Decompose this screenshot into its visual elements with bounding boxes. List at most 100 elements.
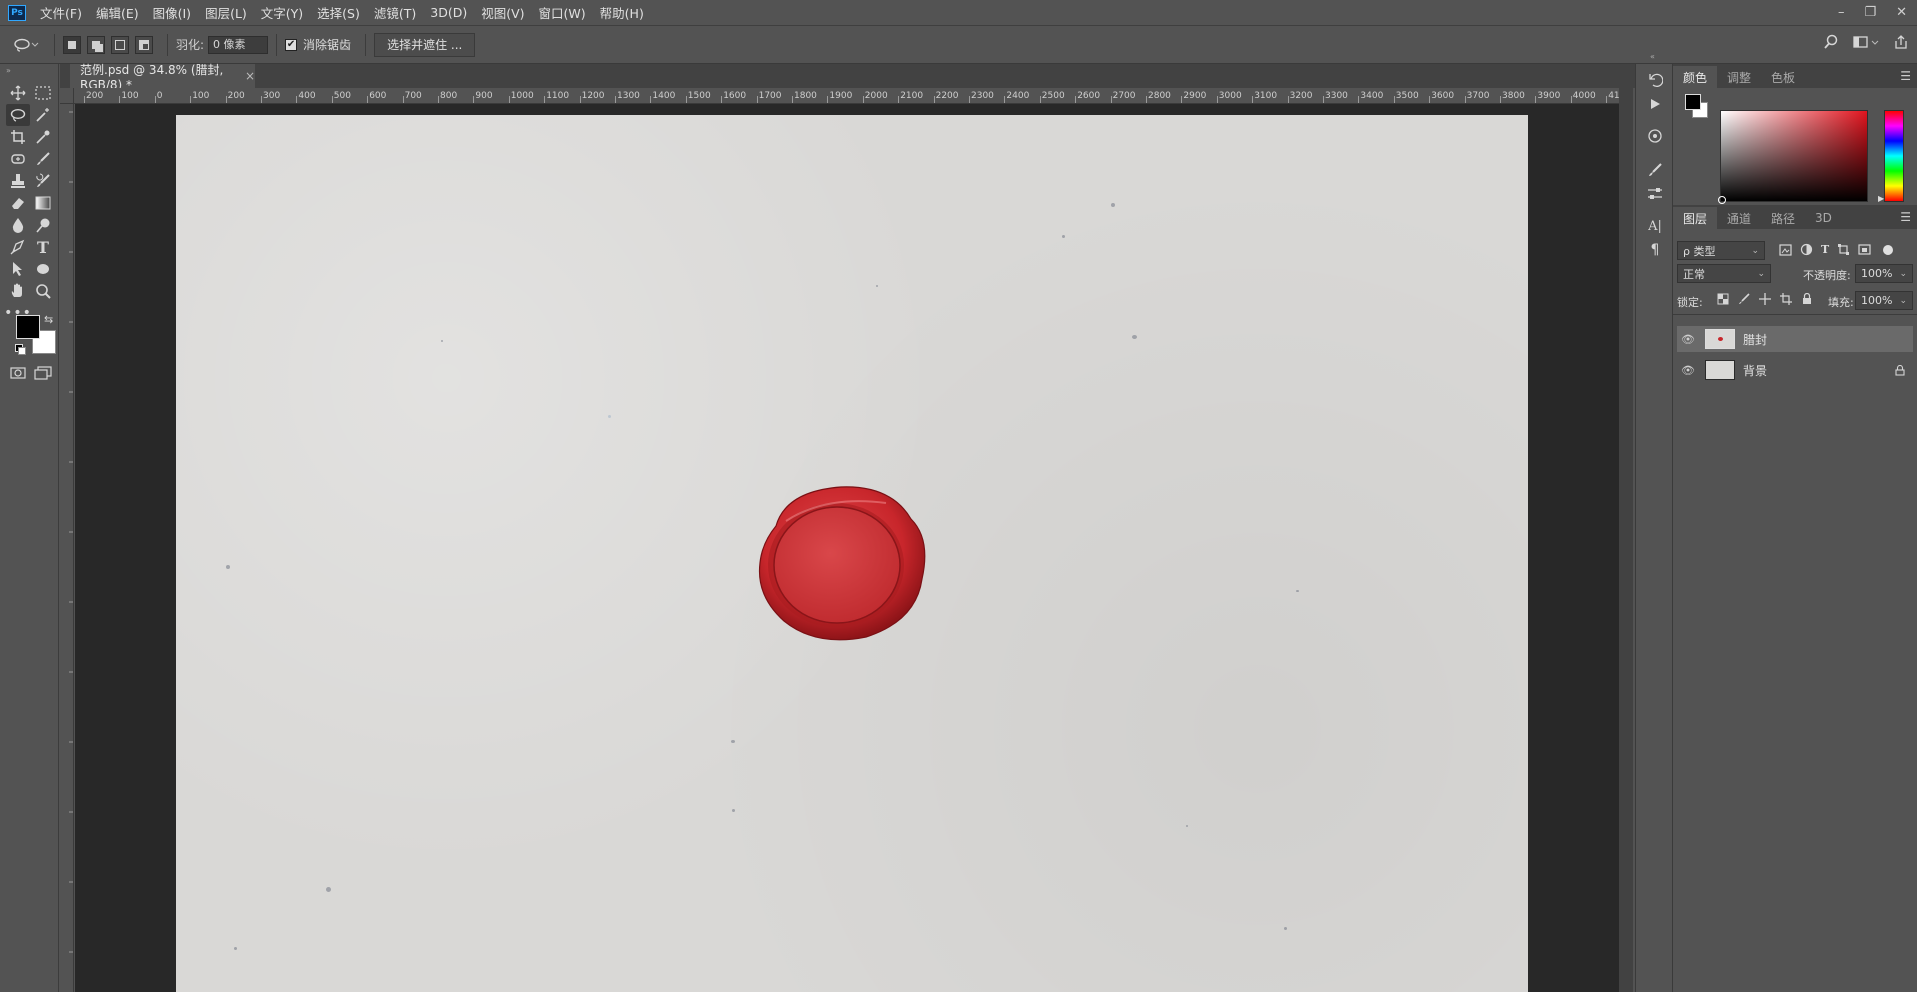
- magic-wand-tool-icon[interactable]: [31, 104, 55, 126]
- document-tab[interactable]: 范例.psd @ 34.8% (腊封, RGB/8) * ×: [70, 63, 255, 92]
- tab-3d[interactable]: 3D: [1805, 207, 1842, 229]
- menu-3d[interactable]: 3D(D): [430, 5, 467, 20]
- menu-window[interactable]: 窗口(W): [539, 3, 586, 22]
- lasso-preset-picker[interactable]: [6, 38, 46, 52]
- history-brush-tool-icon[interactable]: [31, 170, 55, 192]
- workspace-switcher-icon[interactable]: [1853, 34, 1879, 50]
- panel-foreground-swatch[interactable]: [1685, 94, 1701, 110]
- actions-panel-icon[interactable]: [1645, 94, 1665, 114]
- color-picker-field[interactable]: [1718, 110, 1868, 204]
- tab-layers[interactable]: 图层: [1673, 207, 1718, 229]
- select-and-mask-button[interactable]: 选择并遮住 ...: [374, 32, 476, 57]
- menu-help[interactable]: 帮助(H): [600, 3, 644, 22]
- properties-panel-icon[interactable]: [1645, 184, 1665, 204]
- add-to-selection-button[interactable]: [87, 35, 105, 54]
- eyedropper-tool-icon[interactable]: [31, 126, 55, 148]
- intersect-selection-button[interactable]: [135, 35, 153, 54]
- visibility-eye-icon[interactable]: 👁: [1677, 333, 1699, 346]
- vertical-ruler[interactable]: [60, 104, 74, 992]
- menu-edit[interactable]: 编辑(E): [96, 3, 139, 22]
- move-tool-icon[interactable]: [6, 82, 30, 104]
- subtract-from-selection-button[interactable]: [111, 35, 129, 54]
- tab-paths[interactable]: 路径: [1761, 207, 1805, 229]
- lock-image-pixels-icon[interactable]: [1738, 293, 1750, 305]
- feather-input[interactable]: 0 像素: [208, 35, 269, 54]
- tab-color[interactable]: 颜色: [1673, 66, 1718, 88]
- history-panel-icon[interactable]: [1645, 70, 1665, 90]
- layer-row-background[interactable]: 👁 背景: [1677, 357, 1913, 383]
- tab-channels[interactable]: 通道: [1717, 207, 1761, 229]
- close-tab-icon[interactable]: ×: [245, 69, 255, 83]
- gradient-tool-icon[interactable]: [31, 192, 55, 214]
- filter-type-icon[interactable]: T: [1821, 243, 1829, 256]
- crop-tool-icon[interactable]: [6, 126, 30, 148]
- layer-lock-icon[interactable]: [1895, 364, 1905, 376]
- lock-position-icon[interactable]: [1759, 293, 1771, 305]
- brush-settings-panel-icon[interactable]: [1645, 160, 1665, 180]
- layer-row-wax-seal[interactable]: 👁 腊封: [1677, 326, 1913, 352]
- hand-tool-icon[interactable]: [6, 280, 30, 302]
- lock-all-icon[interactable]: [1801, 293, 1813, 305]
- filter-pixel-icon[interactable]: [1779, 243, 1792, 256]
- clone-stamp-tool-icon[interactable]: [6, 170, 30, 192]
- menu-select[interactable]: 选择(S): [317, 3, 360, 22]
- blur-tool-icon[interactable]: [6, 214, 30, 236]
- quick-mask-icon[interactable]: [6, 362, 30, 384]
- filter-toggle-icon[interactable]: [1883, 244, 1894, 255]
- collapse-panels-icon[interactable]: «: [1650, 52, 1655, 61]
- ruler-origin[interactable]: [60, 88, 74, 104]
- path-selection-tool-icon[interactable]: [6, 258, 30, 280]
- screen-mode-icon[interactable]: [31, 362, 55, 384]
- minimize-button[interactable]: –: [1838, 5, 1845, 20]
- pen-tool-icon[interactable]: [6, 236, 30, 258]
- default-colors-icon[interactable]: [15, 344, 26, 355]
- menu-layer[interactable]: 图层(L): [205, 3, 247, 22]
- hue-slider[interactable]: [1884, 110, 1904, 202]
- paragraph-panel-icon[interactable]: ¶: [1645, 240, 1665, 260]
- lock-artboard-icon[interactable]: [1780, 293, 1792, 305]
- menu-image[interactable]: 图像(I): [153, 3, 191, 22]
- canvas-area[interactable]: [75, 104, 1619, 992]
- filter-shape-icon[interactable]: [1837, 243, 1850, 256]
- swap-colors-icon[interactable]: ⇆: [44, 313, 53, 326]
- filter-adjustment-icon[interactable]: [1800, 243, 1813, 256]
- layers-panel-menu-icon[interactable]: ☰: [1900, 210, 1911, 224]
- eraser-tool-icon[interactable]: [6, 192, 30, 214]
- vertical-scrollbar[interactable]: [1619, 88, 1633, 992]
- ellipse-tool-icon[interactable]: [31, 258, 55, 280]
- menu-file[interactable]: 文件(F): [40, 3, 82, 22]
- menu-view[interactable]: 视图(V): [481, 3, 524, 22]
- tab-swatches[interactable]: 色板: [1761, 66, 1805, 88]
- brush-tool-icon[interactable]: [31, 148, 55, 170]
- share-icon[interactable]: [1893, 34, 1909, 50]
- new-selection-button[interactable]: [63, 35, 81, 54]
- document-canvas[interactable]: [176, 115, 1528, 992]
- collapse-tools-icon[interactable]: »: [6, 66, 11, 75]
- visibility-eye-icon[interactable]: 👁: [1677, 364, 1699, 377]
- tab-adjustments[interactable]: 调整: [1717, 66, 1761, 88]
- restore-button[interactable]: ❐: [1864, 5, 1876, 20]
- menu-type[interactable]: 文字(Y): [261, 3, 303, 22]
- layer-filter-dropdown[interactable]: ρ 类型 ⌄: [1677, 241, 1765, 260]
- character-panel-icon[interactable]: A|: [1645, 216, 1665, 236]
- zoom-tool-icon[interactable]: [31, 280, 55, 302]
- antialias-checkbox[interactable]: ✔: [285, 38, 298, 51]
- fill-input[interactable]: 100% ⌄: [1855, 291, 1913, 310]
- healing-brush-tool-icon[interactable]: [6, 148, 30, 170]
- close-button[interactable]: ✕: [1896, 5, 1907, 20]
- dodge-tool-icon[interactable]: [31, 214, 55, 236]
- type-tool-icon[interactable]: T: [31, 236, 55, 258]
- color-panel-menu-icon[interactable]: ☰: [1900, 69, 1911, 83]
- search-icon[interactable]: [1823, 34, 1839, 50]
- marquee-tool-icon[interactable]: [31, 82, 55, 104]
- blend-mode-dropdown[interactable]: 正常 ⌄: [1677, 264, 1771, 283]
- menu-filter[interactable]: 滤镜(T): [374, 3, 416, 22]
- fill-value: 100%: [1861, 294, 1893, 307]
- opacity-input[interactable]: 100% ⌄: [1855, 264, 1913, 283]
- foreground-color-swatch[interactable]: [16, 315, 40, 339]
- horizontal-ruler[interactable]: 200 100 0 100 200 300 400 500 600 700 800 900 1000 11…: [74, 88, 1619, 104]
- filter-smart-object-icon[interactable]: [1858, 243, 1871, 256]
- lasso-tool-icon[interactable]: [6, 104, 30, 126]
- lock-transparent-pixels-icon[interactable]: [1717, 293, 1729, 305]
- libraries-panel-icon[interactable]: [1645, 126, 1665, 146]
